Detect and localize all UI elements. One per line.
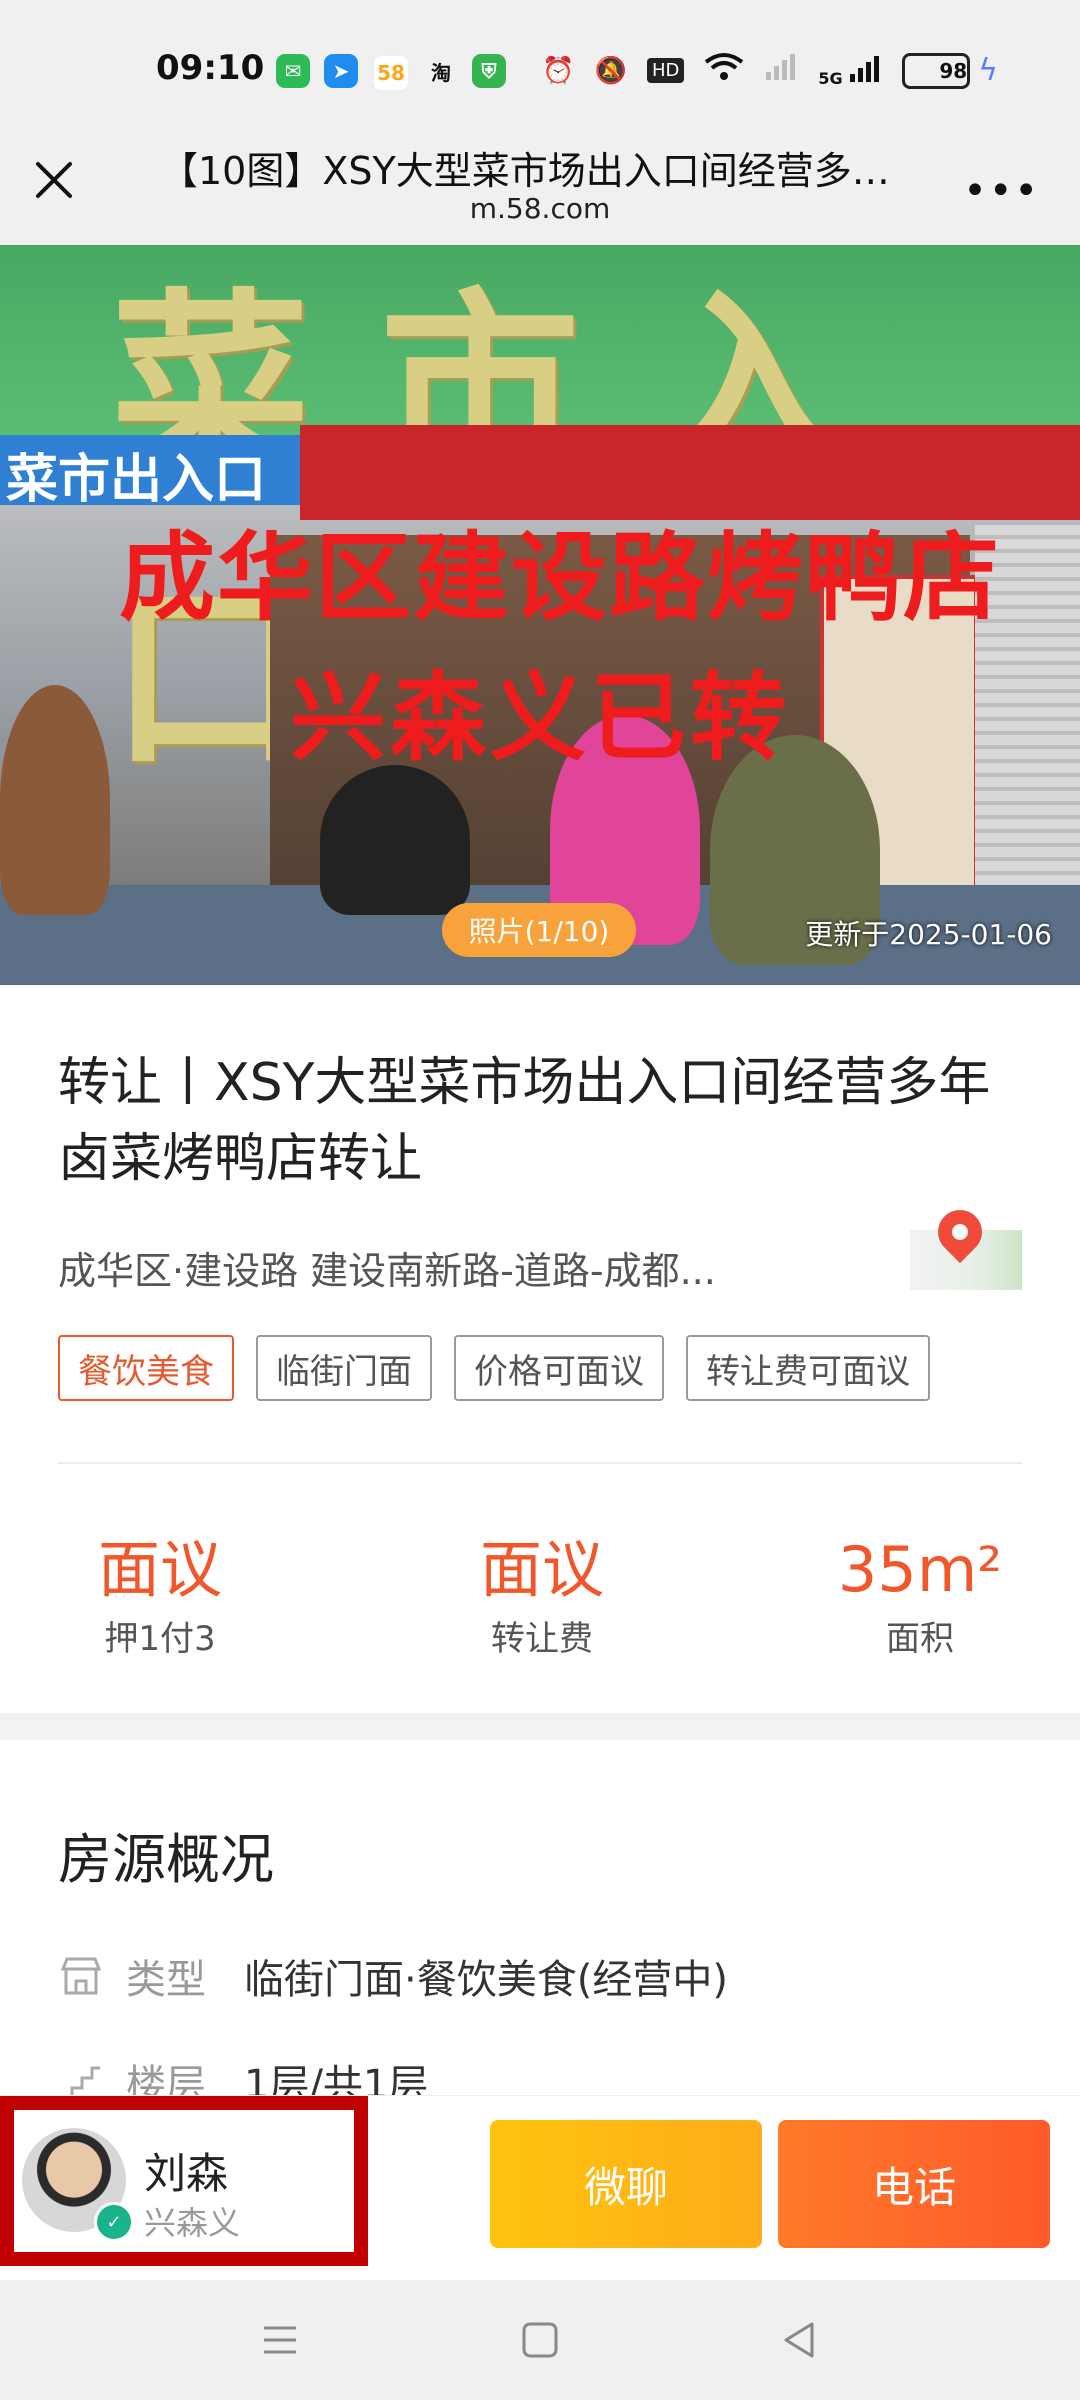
listing-photo[interactable]: 菜市入口 菜市出入口 成华区建设路烤鸭店 兴森义已转 照片(1/10) 更新于2…	[0, 245, 1080, 985]
agent-card[interactable]: ✓ 刘森 兴森义	[0, 2096, 368, 2266]
listing-tags: 餐饮美食 临街门面 价格可面议 转让费可面议	[58, 1335, 930, 1401]
stat-area-label: 面积	[886, 1619, 954, 1659]
agent-name: 刘森	[144, 2149, 229, 2198]
security-icon: ⛨	[472, 54, 506, 88]
wifi-icon	[704, 52, 744, 89]
photo-person	[320, 765, 470, 915]
battery-icon: 98	[902, 52, 971, 89]
map-thumbnail[interactable]	[910, 1200, 1022, 1290]
status-time: 09:10	[156, 48, 265, 88]
menu-icon[interactable]	[250, 2310, 310, 2370]
taobao-icon: 淘	[431, 60, 451, 85]
browser-nav-bar: 【10图】XSY大型菜市场出入口间经营多年卤菜烤鸭店转让 m.58.com ••…	[0, 140, 1080, 245]
hd-icon: HD	[646, 58, 685, 83]
app-58-icon: 58	[372, 54, 410, 92]
agent-company: 兴森义	[144, 2204, 241, 2242]
stat-area-value: 35m²	[837, 1533, 1003, 1606]
overview-value: 临街门面·餐饮美食(经营中)	[244, 1957, 728, 2003]
stat-rent-value: 面议	[97, 1533, 222, 1606]
alarm-icon: ⏰	[542, 55, 575, 86]
system-nav-bar	[0, 2280, 1080, 2400]
battery-level: 98	[939, 58, 968, 83]
overview-row-type: 类型 临街门面·餐饮美食(经营中)	[58, 1947, 728, 2005]
stat-transfer-fee-value: 面议	[479, 1533, 604, 1606]
stat-transfer-fee-label: 转让费	[491, 1619, 593, 1659]
verified-badge-icon: ✓	[94, 2202, 134, 2242]
back-icon[interactable]	[770, 2310, 830, 2370]
mute-icon: 🔕	[594, 55, 627, 86]
chat-button[interactable]: 微聊	[490, 2120, 762, 2248]
stat-transfer-fee: 面议 转让费	[392, 1535, 692, 1660]
status-bar: 09:10 ✉ ➤ 58 淘 ⛨ ⏰ 🔕 HD 5G 98 ϟ	[0, 0, 1080, 140]
more-menu-icon[interactable]: •••	[963, 168, 1040, 214]
stat-rent-label: 押1付3	[104, 1619, 216, 1659]
status-indicators: ⏰ 🔕 HD 5G 98 ϟ	[542, 52, 998, 89]
divider	[58, 1462, 1022, 1464]
overview-title: 房源概况	[58, 1828, 274, 1891]
tag-item: 价格可面议	[454, 1335, 664, 1401]
listing-title: 转让丨XSY大型菜市场出入口间经营多年卤菜烤鸭店转让	[58, 1053, 991, 1189]
shop-icon	[58, 1953, 104, 1999]
tag-item: 转让费可面议	[686, 1335, 930, 1401]
close-icon[interactable]	[26, 152, 82, 208]
tag-item: 临街门面	[256, 1335, 432, 1401]
maps-icon: ➤	[324, 54, 358, 88]
photo-updated-date: 更新于2025-01-06	[805, 918, 1052, 951]
page-url: m.58.com	[469, 192, 611, 225]
tag-item: 餐饮美食	[58, 1335, 234, 1401]
photo-counter-badge[interactable]: 照片(1/10)	[442, 903, 636, 957]
stat-rent: 面议 押1付3	[10, 1535, 310, 1660]
overview-card: 房源概况 类型 临街门面·餐饮美食(经营中) 楼层 1层/共1层	[0, 1740, 1080, 2108]
listing-address[interactable]: 成华区·建设路 建设南新路-道路-成都...	[58, 1240, 818, 1295]
bottom-action-bar: ✓ 刘森 兴森义 微聊 电话	[0, 2095, 1080, 2281]
map-pin-icon	[928, 1200, 992, 1264]
signal-5g-icon: 5G	[818, 54, 882, 88]
photo-overlay-text-1: 成华区建设路烤鸭店	[119, 522, 1001, 634]
home-icon[interactable]	[510, 2310, 570, 2370]
charging-icon: ϟ	[978, 53, 998, 88]
overview-key: 类型	[126, 1957, 206, 2003]
messages-icon: ✉	[276, 54, 310, 88]
page-title: 【10图】XSY大型菜市场出入口间经营多年卤菜烤鸭店转让	[160, 149, 920, 193]
photo-overlay-text-2: 兴森义已转	[290, 662, 790, 774]
signal-sim1-icon	[764, 52, 798, 89]
notification-icons: ✉ ➤ 58 淘 ⛨	[276, 54, 506, 92]
listing-summary-card: 转让丨XSY大型菜市场出入口间经营多年卤菜烤鸭店转让 成华区·建设路 建设南新路…	[0, 985, 1080, 1713]
stat-area: 35m² 面积	[770, 1535, 1070, 1660]
call-button[interactable]: 电话	[778, 2120, 1050, 2248]
